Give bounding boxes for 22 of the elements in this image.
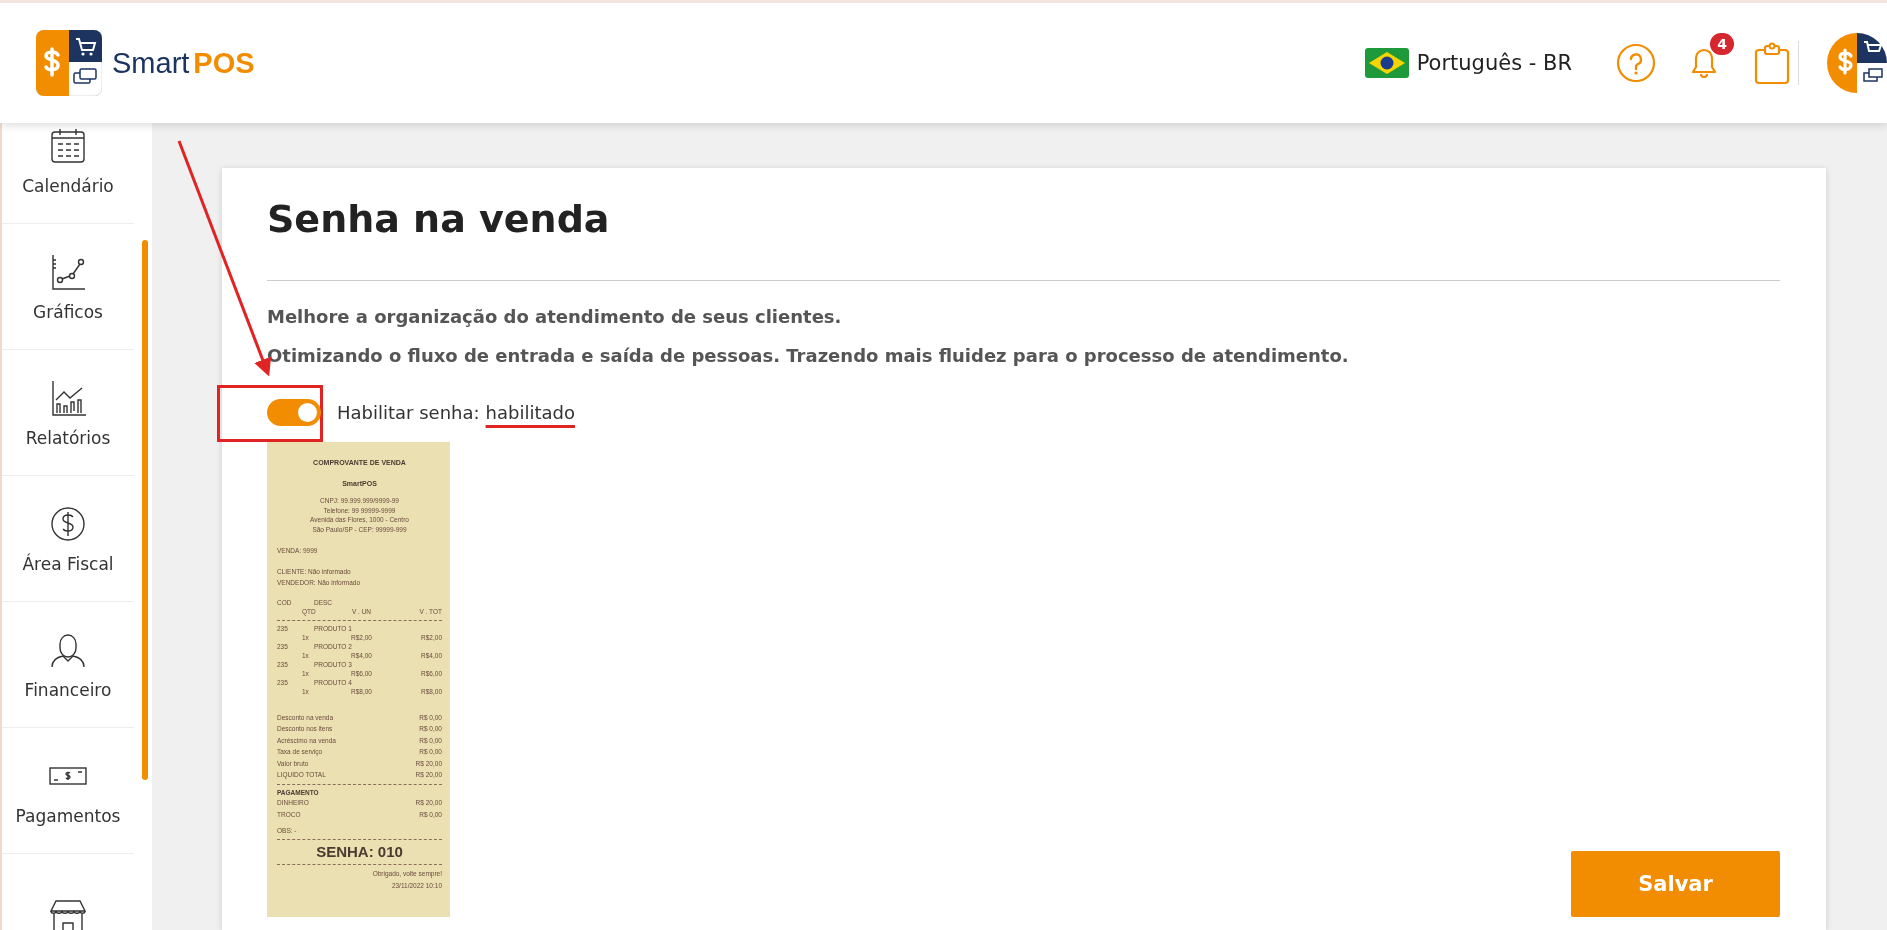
- toggle-switch[interactable]: [267, 399, 321, 426]
- toggle-label: Habilitar senha:: [337, 402, 480, 423]
- help-icon[interactable]: [1616, 43, 1656, 83]
- page-title: Senha na venda: [267, 196, 611, 242]
- flag-icon: [1364, 48, 1409, 78]
- description-text: Melhore a organização do atendimento de seus clientes.: [267, 305, 843, 329]
- scrollbar[interactable]: [142, 240, 148, 780]
- sidebar-item[interactable]: Relatórios: [2, 350, 134, 476]
- sidebar-item[interactable]: Calendário: [2, 123, 134, 224]
- avatar-icon[interactable]: [1827, 33, 1887, 93]
- brand-name: SmartPOS: [112, 46, 255, 80]
- sidebar-item[interactable]: Área Fiscal: [2, 476, 134, 602]
- notification-badge: 4: [1710, 33, 1734, 55]
- clipboard-icon[interactable]: [1752, 41, 1792, 85]
- sidebar-item[interactable]: Financeiro: [2, 602, 134, 728]
- logo-icon: [36, 30, 102, 96]
- sidebar-item[interactable]: Gráficos: [2, 224, 134, 350]
- language-selector[interactable]: Português - BR: [1364, 48, 1572, 78]
- receipt-password: SENHA: 010: [315, 842, 404, 861]
- toggle-status: habilitado: [485, 402, 575, 423]
- description-text: Otimizando o fluxo de entrada e saída de pessoas. Trazendo mais fluidez para o processo de atendimento.: [267, 344, 1350, 368]
- sidebar-item[interactable]: Pagamentos: [2, 728, 134, 854]
